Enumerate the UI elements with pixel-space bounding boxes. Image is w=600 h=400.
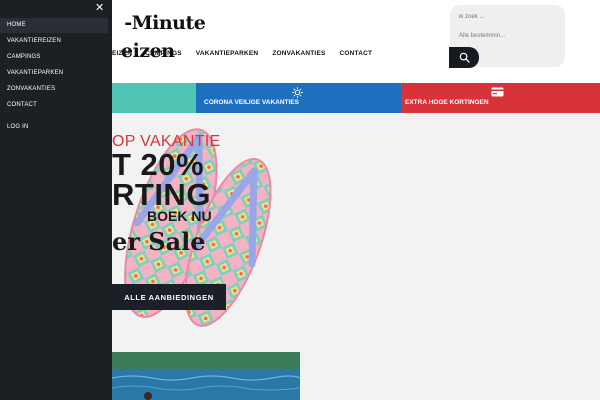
destination-select[interactable]: Alle bestemmin... — [459, 33, 505, 39]
search-icon — [459, 52, 470, 63]
drawer-item-contact[interactable]: CONTACT — [0, 98, 108, 113]
sun-icon — [292, 87, 303, 98]
close-icon[interactable]: ✕ — [95, 3, 104, 14]
nav-item-contact[interactable]: CONTACT — [340, 50, 373, 62]
drawer-item-vakantiereizen[interactable]: VAKANTIEREIZEN — [0, 34, 108, 49]
promo-band-kortingen[interactable]: EXTRA HOGE KORTINGEN — [401, 83, 600, 113]
nav-item-vakantieparken[interactable]: VAKANTIEPARKEN — [196, 50, 259, 62]
drawer-item-login[interactable]: LOG IN — [0, 120, 108, 135]
drawer-item-campings[interactable]: CAMPINGS — [0, 50, 108, 65]
drawer-item-vakantieparken[interactable]: VAKANTIEPARKEN — [0, 66, 108, 81]
promo-kortingen-label: EXTRA HOGE KORTINGEN — [405, 99, 489, 106]
promo-band-teal[interactable] — [112, 83, 196, 113]
side-drawer: ✕ HOME VAKANTIEREIZEN CAMPINGS VAKANTIEP… — [0, 0, 112, 400]
card-icon — [491, 87, 504, 97]
nav-item-zonvakanties[interactable]: ZONVAKANTIES — [272, 50, 325, 62]
nav-item-campings[interactable]: CAMPINGS — [145, 50, 182, 62]
lake-photo[interactable] — [112, 352, 300, 400]
drawer-item-home[interactable]: HOME — [0, 18, 108, 33]
all-deals-button[interactable]: ALLE AANBIEDINGEN — [112, 284, 226, 310]
promo-corona-label: CORONA VEILIGE VAKANTIES — [204, 99, 299, 106]
drawer-item-zonvakanties[interactable]: ZONVAKANTIES — [0, 82, 108, 97]
logo-line-1: -Minute — [124, 12, 206, 34]
hero-line-5: er Sale — [112, 227, 206, 256]
hero-line-4: BOEK NU — [147, 208, 212, 224]
search-button[interactable] — [449, 47, 479, 68]
search-input[interactable] — [459, 12, 555, 22]
promo-band-corona[interactable]: CORONA VEILIGE VAKANTIES — [196, 83, 401, 113]
main-nav: EIZEN CAMPINGS VAKANTIEPARKEN ZONVAKANTI… — [112, 50, 386, 62]
nav-item-reizen[interactable]: EIZEN — [112, 50, 132, 62]
